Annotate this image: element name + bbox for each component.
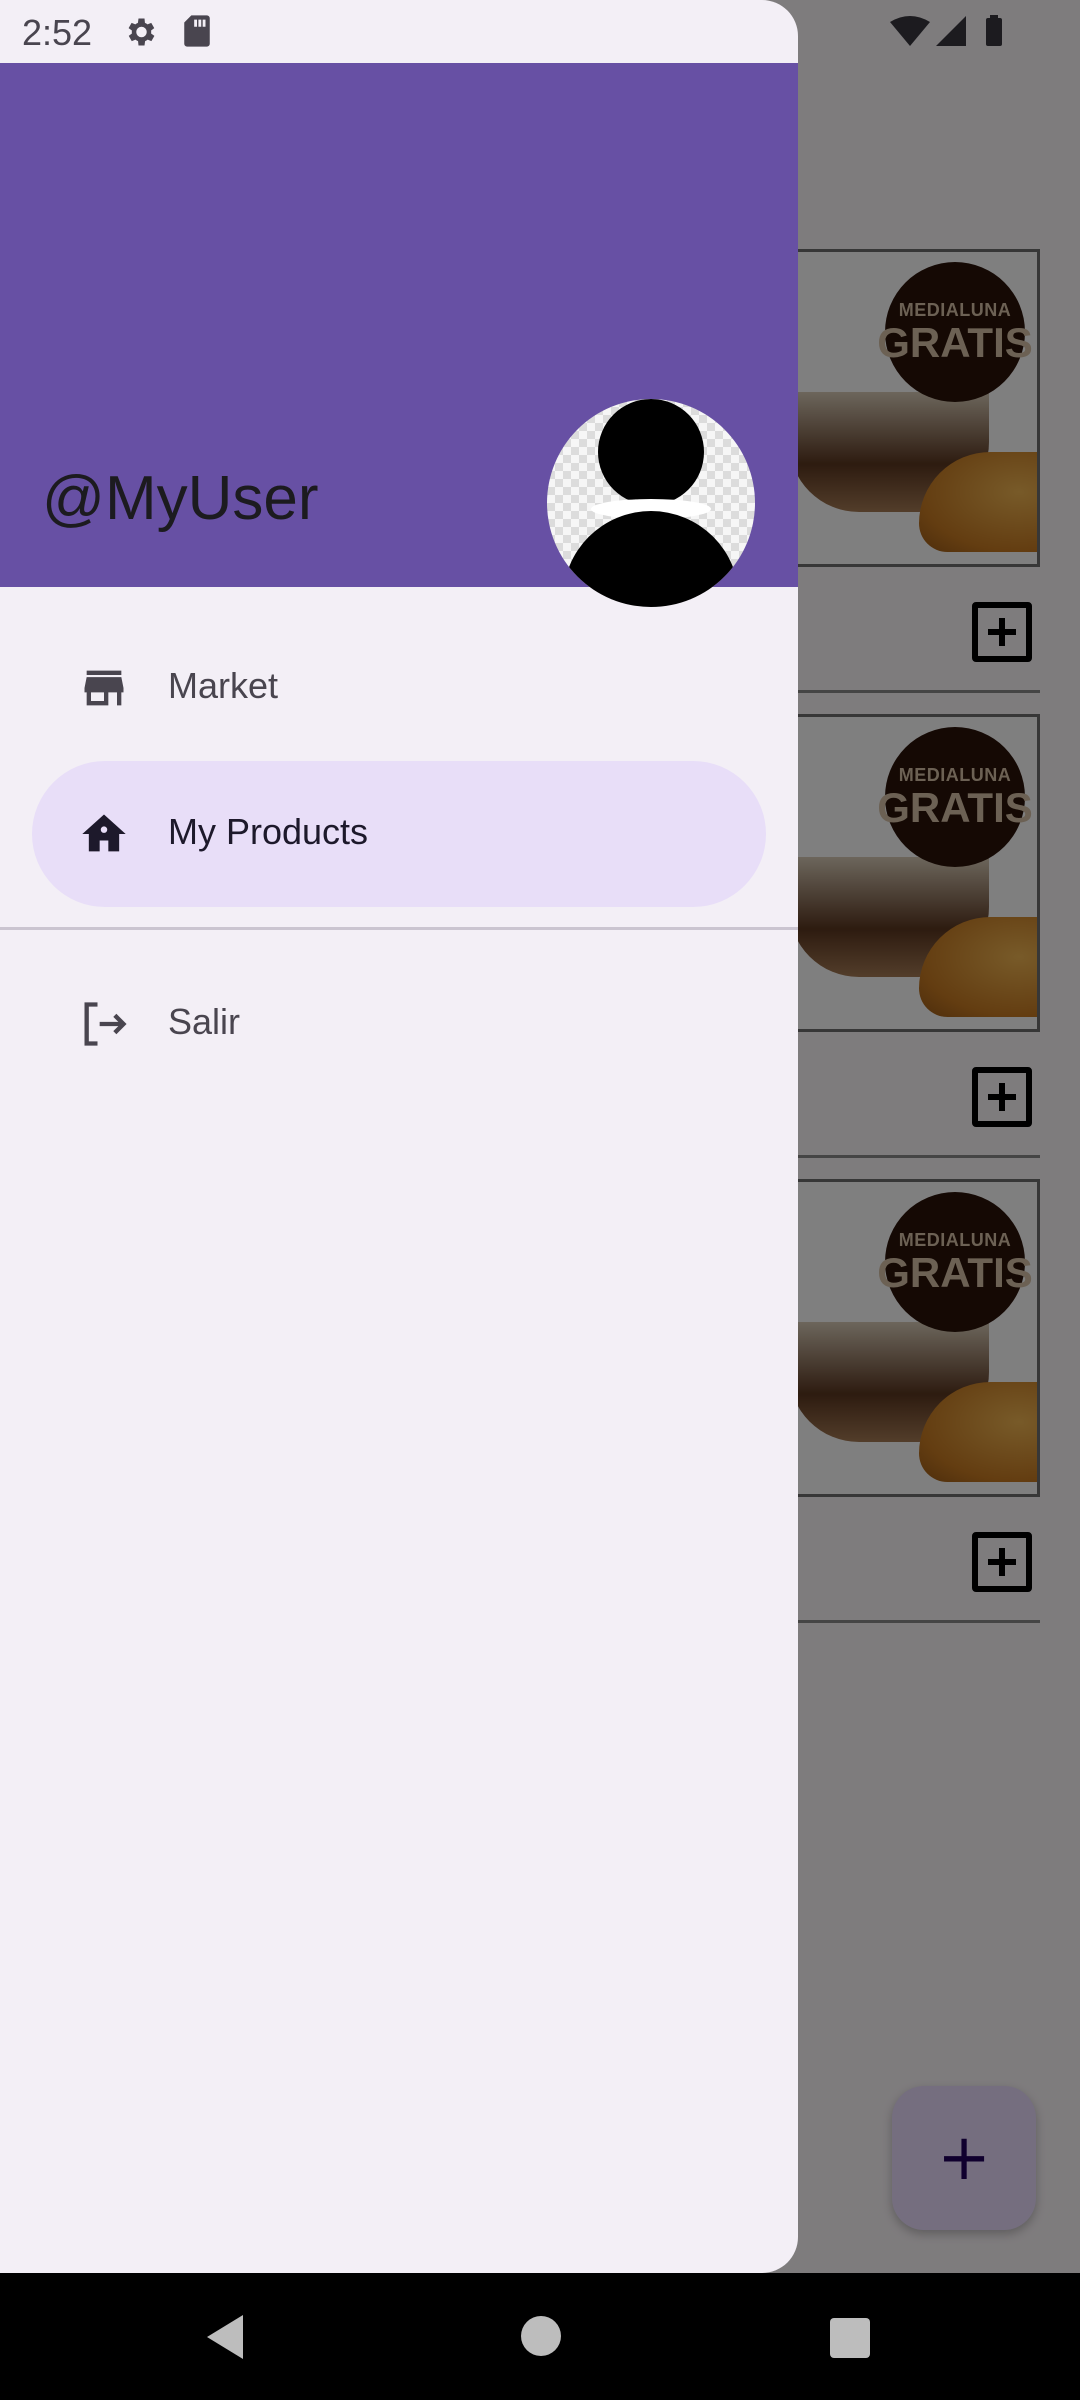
user-avatar[interactable]	[547, 399, 755, 607]
store-icon	[84, 670, 124, 706]
drawer-item-label: My Products	[168, 811, 369, 852]
drawer-item-label: Salir	[168, 1001, 241, 1042]
system-status-icons	[890, 15, 1002, 46]
home-icon	[82, 814, 126, 852]
signal-icon	[936, 16, 966, 46]
drawer-item-label: Market	[168, 665, 279, 706]
drawer-item-salir[interactable]: Salir	[32, 951, 766, 1097]
battery-icon	[986, 18, 1002, 46]
wifi-icon	[890, 16, 930, 46]
drawer-divider	[0, 927, 798, 930]
recent-apps-button[interactable]	[830, 2318, 870, 2358]
settings-icon	[128, 18, 155, 46]
status-time: 2:52	[22, 12, 93, 53]
navigation-drawer: @MyUser Market My Products Salir	[0, 0, 798, 2273]
sd-card-icon	[184, 15, 210, 47]
drawer-item-market[interactable]: Market	[32, 615, 766, 761]
logout-icon	[84, 1002, 127, 1046]
back-icon[interactable]	[203, 2313, 247, 2361]
status-bar: 2:52	[0, 0, 1080, 63]
drawer-header: @MyUser	[0, 63, 798, 607]
username-label: @MyUser	[42, 464, 319, 533]
avatar-body-shape	[563, 511, 739, 607]
drawer-item-my-products[interactable]: My Products	[32, 761, 766, 907]
avatar-head-shape	[598, 399, 704, 505]
home-button[interactable]	[521, 2316, 561, 2356]
